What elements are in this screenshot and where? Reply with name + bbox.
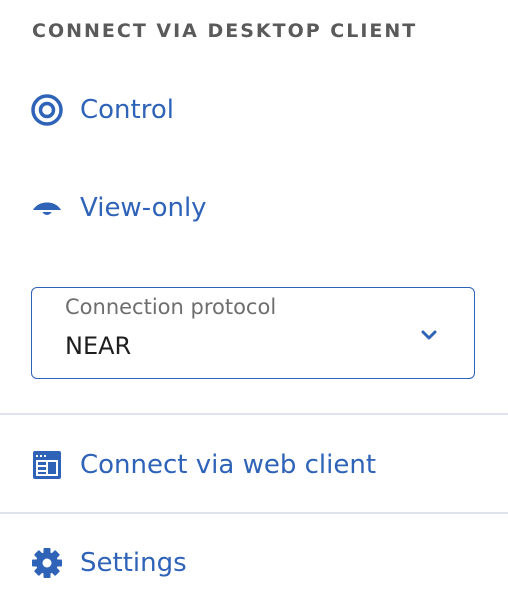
browser-window-icon [30, 448, 64, 482]
connect-menu-panel: CONNECT VIA DESKTOP CLIENT Control View-… [0, 0, 508, 608]
section-title: CONNECT VIA DESKTOP CLIENT [32, 20, 418, 42]
settings-label: Settings [80, 548, 187, 578]
eye-icon [30, 191, 64, 225]
connect-via-web-client-label: Connect via web client [80, 450, 377, 480]
settings-button[interactable]: Settings [30, 541, 187, 585]
view-only-label: View-only [80, 193, 207, 223]
control-label: Control [80, 95, 174, 125]
view-only-button[interactable]: View-only [30, 186, 207, 230]
connection-protocol-select[interactable]: Connection protocol NEAR [31, 287, 475, 379]
control-button[interactable]: Control [30, 88, 174, 132]
connection-protocol-label: Connection protocol [65, 295, 277, 319]
chevron-down-icon [420, 326, 438, 340]
gear-icon [30, 546, 64, 580]
connect-via-web-client-button[interactable]: Connect via web client [30, 443, 376, 487]
target-icon [30, 93, 64, 127]
divider [0, 512, 508, 514]
connection-protocol-value: NEAR [65, 332, 132, 360]
divider [0, 413, 508, 415]
